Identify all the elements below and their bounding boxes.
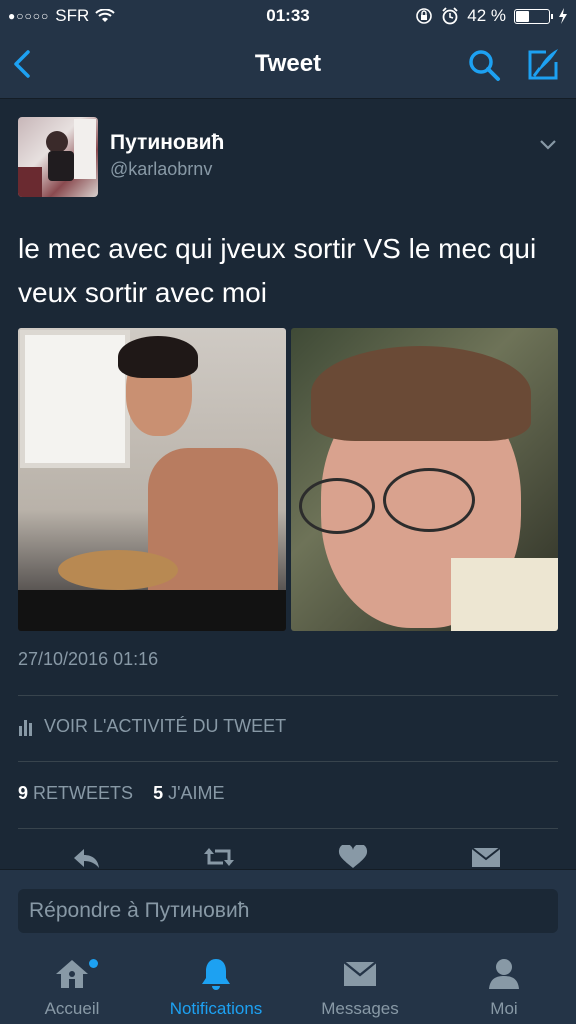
tweet-detail: Путиновић @karlaobrnv le mec avec qui jv…	[0, 99, 576, 869]
reply-input[interactable]: Répondre à Путиновић	[18, 889, 558, 933]
search-icon[interactable]	[466, 47, 502, 83]
charging-bolt-icon	[559, 8, 567, 24]
tweet-actions	[0, 845, 576, 869]
likes-label[interactable]: J'AIME	[168, 783, 224, 803]
alarm-icon	[442, 7, 458, 25]
tab-bar: Accueil Notifications Messages Moi	[0, 946, 576, 1024]
avatar-detail	[46, 131, 68, 153]
person-icon	[489, 959, 519, 989]
photo-glasses-left	[299, 478, 375, 534]
photo-person-hair	[311, 346, 531, 441]
compose-icon[interactable]	[524, 46, 562, 84]
tweet-photo-right[interactable]	[291, 328, 558, 631]
retweets-count[interactable]: 9	[18, 783, 28, 803]
likes-count[interactable]: 5	[153, 783, 163, 803]
photo-person-hair	[118, 336, 198, 378]
chevron-down-icon[interactable]	[538, 137, 558, 151]
tab-label: Messages	[321, 999, 399, 1018]
retweets-label[interactable]: RETWEETS	[33, 783, 133, 803]
divider	[18, 828, 558, 829]
photo-puppy	[58, 550, 178, 590]
tab-me[interactable]: Moi	[432, 946, 576, 1024]
tab-label: Notifications	[169, 999, 263, 1018]
tweet-timestamp: 27/10/2016 01:16	[18, 649, 159, 669]
avatar[interactable]	[18, 117, 98, 197]
battery-level	[516, 10, 529, 22]
tab-home[interactable]: Accueil	[0, 946, 144, 1024]
unread-dot	[89, 959, 98, 968]
avatar-detail	[74, 119, 96, 179]
engagement-counts: 9 RETWEETS 5 J'AIME	[18, 783, 225, 804]
tab-label: Accueil	[44, 999, 100, 1018]
battery-icon	[514, 8, 553, 24]
retweet-icon[interactable]	[203, 845, 235, 869]
bar-chart-icon	[19, 719, 32, 736]
status-bar: ●○○○○ SFR 01:33 42 %	[0, 0, 576, 32]
reply-icon[interactable]	[70, 845, 102, 869]
envelope-icon[interactable]	[470, 845, 502, 869]
photo-pants	[18, 590, 286, 631]
reply-bar: Répondre à Путиновић	[0, 869, 576, 947]
author-name[interactable]: Путиновић	[110, 131, 224, 155]
avatar-detail	[18, 167, 42, 197]
tab-label: Moi	[490, 999, 518, 1018]
envelope-icon	[343, 961, 377, 986]
author-handle[interactable]: @karlaobrnv	[110, 159, 212, 180]
activity-label: VOIR L'ACTIVITÉ DU TWEET	[44, 716, 287, 736]
divider	[18, 761, 558, 762]
avatar-detail	[48, 151, 74, 181]
tweet-photo-left[interactable]	[18, 328, 286, 631]
divider	[18, 695, 558, 696]
heart-icon[interactable]	[337, 845, 369, 869]
home-icon	[56, 960, 88, 988]
bell-icon	[202, 959, 230, 990]
tweet-activity-link[interactable]: VOIR L'ACTIVITÉ DU TWEET	[18, 716, 286, 737]
orientation-lock-icon	[416, 8, 433, 24]
photo-glasses-right	[383, 468, 475, 532]
navigation-bar: Tweet	[0, 32, 576, 99]
tweet-text: le mec avec qui jveux sortir VS le mec q…	[18, 233, 537, 308]
tab-messages[interactable]: Messages	[288, 946, 432, 1024]
photo-shirt-collar	[451, 558, 558, 631]
battery-percent: 42 %	[467, 6, 506, 25]
tab-notifications[interactable]: Notifications	[144, 946, 288, 1024]
photo-window	[20, 330, 130, 468]
status-right: 42 %	[415, 6, 568, 26]
